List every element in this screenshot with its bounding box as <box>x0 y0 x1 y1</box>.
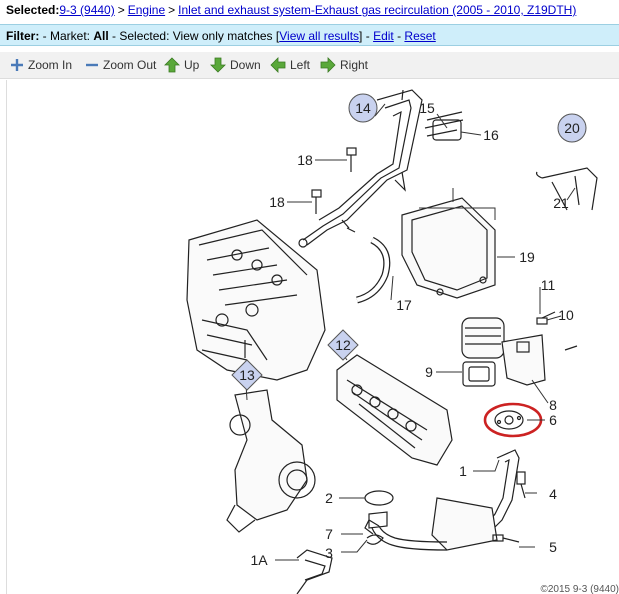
pan-right-button[interactable]: Right <box>320 56 368 74</box>
arrow-down-icon <box>210 57 226 73</box>
arrow-up-icon <box>164 57 180 73</box>
pan-right-label: Right <box>340 58 369 72</box>
egr-valve-drawing <box>461 311 578 387</box>
callout-number[interactable]: 10 <box>558 307 574 323</box>
zoom-in-label: Zoom In <box>28 58 73 72</box>
callout-number[interactable]: 4 <box>549 486 557 502</box>
filter-separator: - <box>362 29 374 43</box>
egr-exploded-diagram: 14 20 12 13 15 16 18 18 19 21 17 11 10 9… <box>186 89 619 594</box>
filter-bar: Filter: - Market: All - Selected: View o… <box>0 24 619 46</box>
breadcrumb-separator: > <box>168 3 176 17</box>
intake-manifold-drawing <box>336 354 453 466</box>
pan-left-label: Left <box>290 58 311 72</box>
filter-selected-text: - Selected: <box>108 29 173 43</box>
callout-number[interactable]: 8 <box>549 397 557 413</box>
egr-cooler-drawing <box>401 197 496 299</box>
breadcrumb-selected-label: Selected: <box>6 3 60 17</box>
pan-down-label: Down <box>230 58 261 72</box>
breadcrumb: Selected:9-3 (9440) > Engine > Inlet and exh… <box>0 0 619 22</box>
zoom-out-button[interactable]: Zoom Out <box>85 56 156 74</box>
bracket-drawing <box>541 167 598 211</box>
pan-up-button[interactable]: Up <box>164 56 199 74</box>
callout-number[interactable]: 18 <box>297 152 313 168</box>
callout-number[interactable]: 18 <box>269 194 285 210</box>
engine-block-drawing <box>186 219 326 381</box>
callout-number: 12 <box>335 337 351 353</box>
edit-filter-link[interactable]: Edit <box>373 29 394 43</box>
callout-number[interactable]: 2 <box>325 490 333 506</box>
arrow-left-icon <box>270 57 286 73</box>
callout-number: 13 <box>239 367 255 383</box>
callout-number[interactable]: 11 <box>541 277 556 293</box>
callout-number[interactable]: 19 <box>519 249 535 265</box>
filter-label: Filter: <box>6 29 40 43</box>
callout-number[interactable]: 1 <box>459 463 467 479</box>
callout-number[interactable]: 7 <box>325 526 333 542</box>
breadcrumb-separator: > <box>117 3 125 17</box>
breadcrumb-engine-link[interactable]: Engine <box>128 3 165 17</box>
callout-number: 14 <box>355 100 371 116</box>
callout-number[interactable]: 16 <box>483 127 499 143</box>
diagram-copyright: ©2015 9-3 (9440) <box>540 584 619 594</box>
callout-number: 20 <box>564 120 580 136</box>
callout-number[interactable]: 1A <box>250 552 268 568</box>
breadcrumb-model-link[interactable]: 9-3 (9440) <box>59 3 114 17</box>
reset-filter-link[interactable]: Reset <box>404 29 435 43</box>
arrow-right-icon <box>320 57 336 73</box>
bolt-drawing <box>311 147 357 214</box>
toolbar: Zoom In Zoom Out Up Down Left Right <box>0 52 619 79</box>
zoom-out-icon <box>86 63 98 67</box>
filter-separator: - <box>393 29 405 43</box>
turbocharger-drawing <box>226 389 316 533</box>
parts-diagram-viewer[interactable]: 14 20 12 13 15 16 18 18 19 21 17 11 10 9… <box>6 80 619 594</box>
zoom-in-button[interactable]: Zoom In <box>10 56 72 74</box>
zoom-in-icon <box>11 59 23 71</box>
pan-up-label: Up <box>184 58 200 72</box>
view-all-results-link[interactable]: View all results <box>279 29 359 43</box>
filter-market-value: All <box>93 29 109 43</box>
filter-selected-value: View only matches <box>172 29 273 43</box>
pan-left-button[interactable]: Left <box>270 56 310 74</box>
pan-down-button[interactable]: Down <box>210 56 261 74</box>
callout-number[interactable]: 5 <box>549 539 557 555</box>
callout-number[interactable]: 15 <box>419 100 435 116</box>
callout-number[interactable]: 21 <box>553 195 569 211</box>
filter-market-text: - Market: <box>39 29 94 43</box>
callout-number[interactable]: 3 <box>325 545 333 561</box>
egr-pipe-drawing <box>364 449 526 551</box>
flange-gasket-drawing <box>364 490 394 506</box>
zoom-out-label: Zoom Out <box>103 58 157 72</box>
callout-number[interactable]: 6 <box>549 412 557 428</box>
gasket-part-drawing <box>494 410 524 430</box>
callout-number[interactable]: 17 <box>396 297 412 313</box>
callout-number[interactable]: 9 <box>425 364 433 380</box>
breadcrumb-system-link[interactable]: Inlet and exhaust system-Exhaust gas rec… <box>178 3 576 17</box>
